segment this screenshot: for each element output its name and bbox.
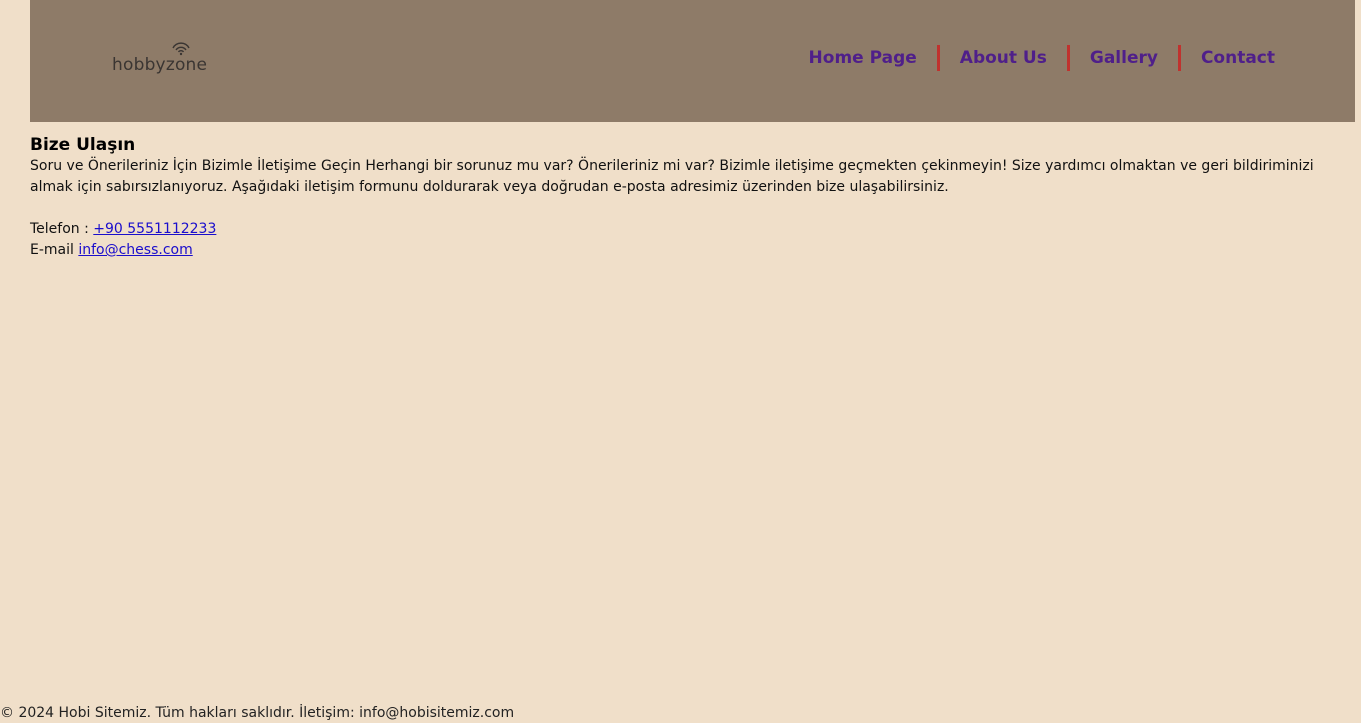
email-link[interactable]: info@chess.com <box>78 242 192 258</box>
nav-about-us[interactable]: About Us <box>960 48 1047 68</box>
phone-link[interactable]: +90 5551112233 <box>93 221 216 237</box>
phone-line: Telefon : +90 5551112233 <box>30 219 1355 240</box>
nav-separator <box>1177 45 1181 71</box>
nav-home-page[interactable]: Home Page <box>809 48 917 68</box>
email-line: E-mail info@chess.com <box>30 240 1355 261</box>
nav-contact[interactable]: Contact <box>1201 48 1275 68</box>
site-header: hobbyzone Home Page About Us Gallery Con… <box>30 0 1355 122</box>
nav-gallery[interactable]: Gallery <box>1090 48 1158 68</box>
contact-description: Soru ve Önerileriniz İçin Bizimle İletiş… <box>30 158 1314 195</box>
nav-separator <box>936 45 940 71</box>
contact-section: Bize Ulaşın Soru ve Önerileriniz İçin Bi… <box>30 134 1355 261</box>
phone-label: Telefon : <box>30 221 94 237</box>
nav-separator <box>1066 45 1070 71</box>
site-footer: © 2024 Hobi Sitemiz. Tüm hakları saklıdı… <box>0 705 515 721</box>
site-logo[interactable]: hobbyzone <box>112 40 207 74</box>
contact-details: Telefon : +90 5551112233 E-mail info@che… <box>30 219 1355 261</box>
page-title: Bize Ulaşın <box>30 135 136 155</box>
logo-text: hobbyzone <box>112 55 208 75</box>
main-nav: Home Page About Us Gallery Contact <box>809 43 1275 73</box>
email-label: E-mail <box>30 242 79 258</box>
wifi-signal-icon <box>172 42 190 56</box>
